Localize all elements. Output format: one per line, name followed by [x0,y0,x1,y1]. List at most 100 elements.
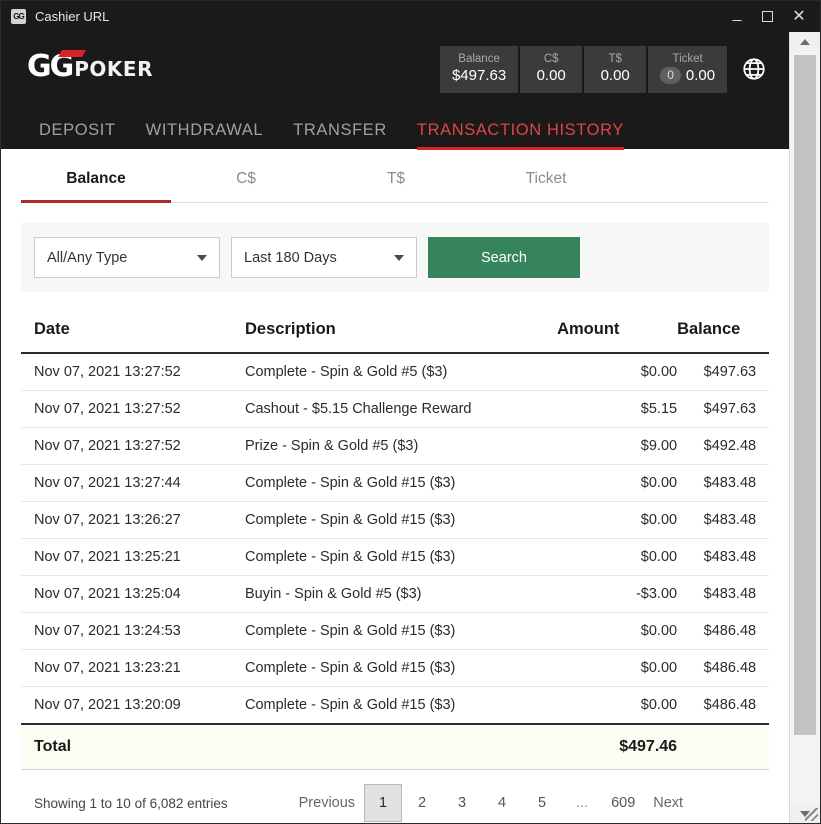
language-globe-icon[interactable] [741,56,767,82]
content-panel: Balance C$ T$ Ticket All/Any Type Last 1… [1,149,789,823]
cell-date: Nov 07, 2021 13:25:04 [21,576,245,613]
cell-balance: $486.48 [677,650,769,687]
cell-amount: $0.00 [557,353,677,391]
pagination-page-609[interactable]: 609 [602,786,644,820]
app-content: GG POKER Balance $497.63 C$ 0.00 [1,32,789,823]
cell-amount: $0.00 [557,502,677,539]
sub-tab-cdollar[interactable]: C$ [171,162,321,202]
sub-tab-tdollar[interactable]: T$ [321,162,471,202]
ticket-value-group: 0 0.00 [660,66,715,86]
cell-date: Nov 07, 2021 13:23:21 [21,650,245,687]
balance-label: Balance [458,52,500,66]
cdollar-value: 0.00 [537,66,566,86]
search-button[interactable]: Search [428,237,580,278]
cell-description: Complete - Spin & Gold #15 ($3) [245,465,557,502]
pagination-page-4[interactable]: 4 [482,786,522,820]
cashier-window: GG Cashier URL _ ✕ GG POKER [0,0,821,824]
scrollbar-track[interactable] [790,51,820,804]
table-row: Nov 07, 2021 13:25:04Buyin - Spin & Gold… [21,576,769,613]
total-row: Total $497.46 [21,724,769,770]
cell-balance: $486.48 [677,687,769,725]
cell-date: Nov 07, 2021 13:25:21 [21,539,245,576]
page-links: Previous 12345...609Next [290,784,692,822]
maximize-icon[interactable] [752,1,782,32]
table-row: Nov 07, 2021 13:25:21Complete - Spin & G… [21,539,769,576]
table-row: Nov 07, 2021 13:24:53Complete - Spin & G… [21,613,769,650]
sub-tab-balance[interactable]: Balance [21,162,171,202]
filter-wrapper: All/Any Type Last 180 Days Search [21,203,769,292]
pagination-next[interactable]: Next [644,786,692,820]
window-title: Cashier URL [35,9,109,24]
balance-cell-cdollar[interactable]: C$ 0.00 [520,46,582,93]
balance-panel: Balance $497.63 C$ 0.00 T$ 0.00 Ticket [440,46,727,93]
pagination-page-1[interactable]: 1 [364,784,402,822]
cell-amount: -$3.00 [557,576,677,613]
close-icon[interactable]: ✕ [782,1,816,32]
balance-cell-balance[interactable]: Balance $497.63 [440,46,518,93]
pagination-page-2[interactable]: 2 [402,786,442,820]
ticket-count-badge: 0 [660,67,681,84]
total-balance-spacer [677,724,769,770]
pagination-page-5[interactable]: 5 [522,786,562,820]
minimize-icon[interactable]: _ [722,1,752,32]
cell-date: Nov 07, 2021 13:27:44 [21,465,245,502]
scrollbar-thumb[interactable] [794,55,816,735]
cell-description: Prize - Spin & Gold #5 ($3) [245,428,557,465]
sub-tab-ticket[interactable]: Ticket [471,162,621,202]
nav-tab-withdrawal[interactable]: WITHDRAWAL [146,121,264,149]
cell-date: Nov 07, 2021 13:27:52 [21,391,245,428]
date-range-select[interactable]: Last 180 Days [231,237,417,278]
cell-date: Nov 07, 2021 13:20:09 [21,687,245,725]
chevron-down-icon [197,255,207,261]
cell-description: Buyin - Spin & Gold #5 ($3) [245,576,557,613]
main-nav: DEPOSIT WITHDRAWAL TRANSFER TRANSACTION … [17,106,773,149]
cell-balance: $483.48 [677,576,769,613]
window-controls: _ ✕ [722,1,816,32]
cell-description: Complete - Spin & Gold #15 ($3) [245,539,557,576]
cell-date: Nov 07, 2021 13:26:27 [21,502,245,539]
logo-poker-text: POKER [74,59,153,79]
tdollar-value: 0.00 [601,66,630,86]
pagination-page-3[interactable]: 3 [442,786,482,820]
cell-amount: $0.00 [557,465,677,502]
cell-description: Cashout - $5.15 Challenge Reward [245,391,557,428]
cell-balance: $497.63 [677,391,769,428]
ticket-label: Ticket [673,52,703,66]
nav-tab-transfer[interactable]: TRANSFER [293,121,387,149]
cell-description: Complete - Spin & Gold #15 ($3) [245,613,557,650]
cell-balance: $486.48 [677,613,769,650]
cell-amount: $0.00 [557,539,677,576]
total-amount: $497.46 [557,724,677,770]
cell-description: Complete - Spin & Gold #15 ($3) [245,687,557,725]
currency-sub-tabs: Balance C$ T$ Ticket [21,149,769,203]
nav-tab-deposit[interactable]: DEPOSIT [39,121,116,149]
date-range-value: Last 180 Days [244,250,337,266]
vertical-scrollbar[interactable] [789,32,820,823]
table-header-row: Date Description Amount Balance [21,310,769,353]
cell-balance: $483.48 [677,539,769,576]
nav-tab-transaction-history[interactable]: TRANSACTION HISTORY [417,121,624,149]
transaction-table: Date Description Amount Balance Nov 07, … [21,310,769,770]
balance-cell-tdollar[interactable]: T$ 0.00 [584,46,646,93]
table-row: Nov 07, 2021 13:27:52Prize - Spin & Gold… [21,428,769,465]
cell-amount: $0.00 [557,687,677,725]
cell-amount: $5.15 [557,391,677,428]
header-balance: Balance [677,310,769,353]
logo-accent-icon [58,50,86,57]
scroll-up-arrow-icon[interactable] [790,32,820,51]
transaction-type-select[interactable]: All/Any Type [34,237,220,278]
pagination-previous[interactable]: Previous [290,786,364,820]
total-label: Total [21,724,245,770]
cell-description: Complete - Spin & Gold #15 ($3) [245,650,557,687]
balance-cell-ticket[interactable]: Ticket 0 0.00 [648,46,727,93]
cell-balance: $492.48 [677,428,769,465]
pagination-ellipsis: ... [562,786,602,820]
titlebar: GG Cashier URL _ ✕ [1,1,820,32]
site-header: GG POKER Balance $497.63 C$ 0.00 [1,32,789,149]
resize-grip[interactable] [805,808,818,821]
filter-bar: All/Any Type Last 180 Days Search [21,223,769,292]
cdollar-label: C$ [544,52,559,66]
ggpoker-logo[interactable]: GG POKER [27,52,153,86]
tdollar-label: T$ [608,52,621,66]
table-row: Nov 07, 2021 13:27:52Cashout - $5.15 Cha… [21,391,769,428]
